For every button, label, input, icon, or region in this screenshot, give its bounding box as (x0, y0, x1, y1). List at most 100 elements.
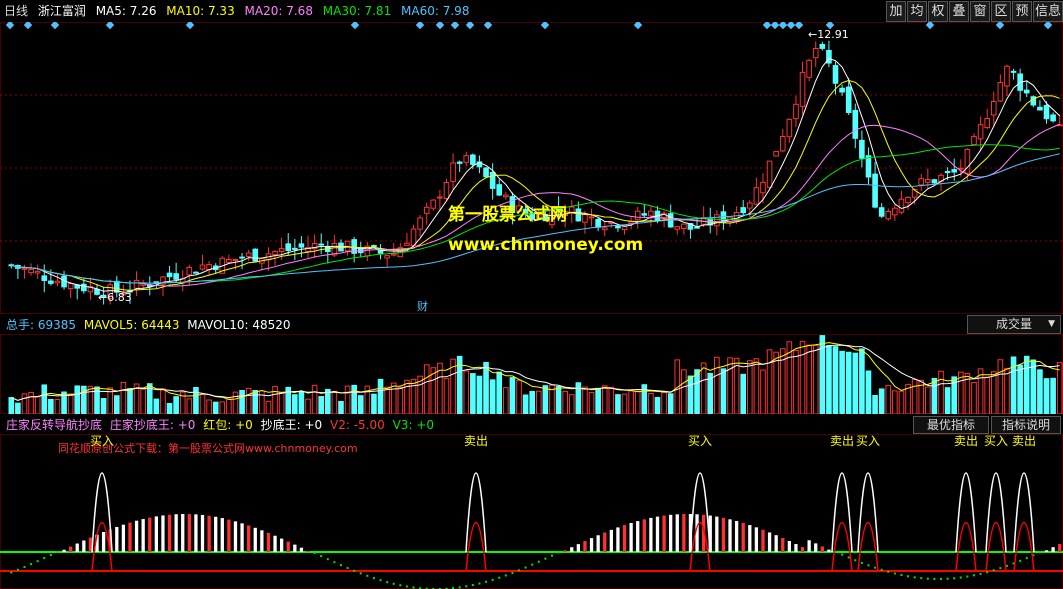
candle-body (483, 167, 489, 178)
indicator-dot (518, 569, 521, 572)
ma5-value: MA5: 7.26 (95, 4, 157, 18)
candle-body (819, 43, 826, 49)
indicator-dot (999, 567, 1002, 570)
signal-spike (1013, 472, 1035, 553)
candle-body (957, 167, 964, 170)
indicator-dot (979, 572, 982, 575)
chart-toolbar: 加 均 权 叠 窗 区 预 信息 (885, 1, 1063, 22)
volume-chart[interactable] (0, 334, 1063, 414)
volume-bar (153, 398, 160, 414)
indicator-dot (471, 584, 474, 587)
volume-bar (753, 358, 760, 414)
volume-bar (582, 386, 588, 414)
candle-body (753, 187, 760, 205)
volume-bar (746, 360, 753, 414)
toolbar-overlay-button[interactable]: 叠 (949, 1, 969, 22)
volume-bar (318, 396, 325, 414)
candle-body (648, 210, 654, 217)
volume-bar (48, 398, 54, 414)
volume-bar (377, 378, 384, 414)
candle-body (845, 86, 852, 113)
signal-spike-red (985, 521, 1007, 572)
candle-body (456, 161, 463, 164)
volume-bar (34, 395, 41, 414)
volume-bar (720, 368, 727, 414)
indicator-dot (946, 577, 949, 580)
candle-body (575, 208, 582, 222)
signal-diamond-icon (483, 22, 493, 30)
candle-body (582, 213, 588, 223)
signal-diamond-icon (762, 22, 772, 30)
indicator-dot (907, 575, 910, 578)
volume-bar (944, 387, 951, 414)
candle-body (503, 194, 509, 198)
volume-bar (160, 388, 166, 414)
indicator-dot (841, 553, 844, 556)
candle-body (292, 247, 298, 250)
volume-bar (621, 393, 628, 414)
indicator-dot (359, 572, 362, 575)
ma60-value: MA60: 7.98 (401, 4, 470, 18)
volume-bar (971, 382, 977, 414)
signal-spike (831, 472, 853, 553)
indicator-dot (320, 555, 323, 558)
volume-bar (344, 385, 351, 414)
candle-body (390, 253, 397, 256)
indicator-dot (405, 585, 408, 588)
volume-bar (1037, 369, 1043, 414)
volume-bar (87, 385, 94, 414)
volume-bar (925, 386, 931, 414)
candle-body (463, 155, 470, 163)
indicator-name: 庄家反转导航抄底 (6, 418, 103, 432)
price-chart[interactable]: ←12.91 ←6.83 财 (0, 22, 1063, 314)
indicator-explain-button[interactable]: 指标说明 (991, 416, 1061, 434)
ma10-value: MA10: 7.33 (166, 4, 235, 18)
best-indicator-button[interactable]: 最优指标 (913, 416, 989, 434)
volume-bar (193, 387, 199, 414)
volume-bar (245, 387, 252, 414)
volume-bar (28, 391, 34, 414)
toolbar-add-button[interactable]: 加 (886, 1, 906, 22)
candle-body (410, 228, 417, 246)
volume-bar (641, 384, 648, 414)
volume-bar (120, 381, 127, 414)
toolbar-range-button[interactable]: 区 (991, 1, 1011, 22)
signal-diamond-icon (450, 22, 460, 30)
watermark-url: www.chnmoney.com (448, 235, 644, 255)
volume-bar (252, 390, 259, 414)
ma10-line (11, 79, 1060, 291)
toolbar-alert-button[interactable]: 预 (1012, 1, 1032, 22)
indicator-chart[interactable]: 买入 卖出 买入 卖出 买入 卖出 买入 卖出 (0, 434, 1063, 589)
indicator-dot (966, 575, 969, 578)
candle-body (793, 103, 799, 120)
signal-diamond-icon (778, 22, 788, 30)
candle-body (166, 272, 173, 278)
signal-spike-red (831, 521, 853, 572)
volume-bar (423, 364, 430, 414)
indicator-dot (465, 585, 468, 588)
candle-body (21, 267, 28, 270)
candle-body (806, 59, 812, 78)
indicator-value-1: 庄家抄底王: +0 (109, 418, 196, 432)
volume-bar (727, 357, 733, 414)
candle-body (81, 283, 87, 292)
volume-bar (852, 352, 859, 414)
volume-bar (595, 387, 601, 414)
indicator-dot (346, 567, 349, 570)
candle-body (852, 109, 859, 139)
toolbar-rights-button[interactable]: 权 (928, 1, 948, 22)
volume-bar (67, 394, 74, 414)
candle-body (34, 270, 41, 274)
volume-bar (997, 359, 1004, 414)
toolbar-average-button[interactable]: 均 (907, 1, 927, 22)
volume-bar (628, 390, 634, 414)
candle-body (443, 182, 450, 200)
signal-diamond-icon (350, 22, 360, 30)
toolbar-info-button[interactable]: 信息 (1033, 1, 1063, 22)
volume-indicator-dropdown[interactable]: 成交量 ▼ (967, 315, 1061, 334)
candle-body (971, 136, 977, 146)
toolbar-window-button[interactable]: 窗 (970, 1, 990, 22)
candle-body (799, 71, 806, 107)
candle-body (496, 184, 503, 196)
period-label[interactable]: 日线 (4, 4, 28, 18)
